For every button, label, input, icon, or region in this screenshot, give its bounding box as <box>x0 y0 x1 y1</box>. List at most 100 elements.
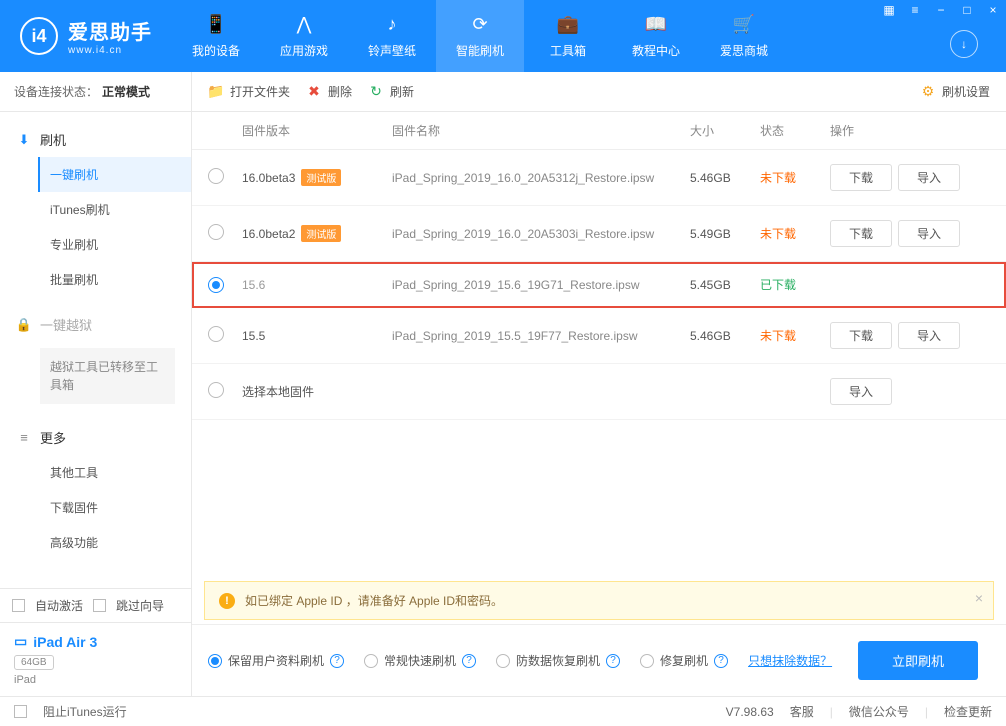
cell-version: 15.6 <box>242 278 392 292</box>
flash-options: 保留用户资料刷机? 常规快速刷机? 防数据恢复刷机? 修复刷机? 只想抹除数据？ 立即刷机 <box>192 624 1006 696</box>
cell-name: iPad_Spring_2019_16.0_20A5303i_Restore.i… <box>392 227 690 241</box>
menu-more[interactable]: ≡ 更多 <box>0 420 191 455</box>
refresh-icon: ⟳ <box>469 14 491 36</box>
maximize-button[interactable]: □ <box>954 0 980 20</box>
flash-now-button[interactable]: 立即刷机 <box>858 641 978 680</box>
firmware-row[interactable]: 16.0beta2测试版 iPad_Spring_2019_16.0_20A53… <box>192 206 1006 262</box>
block-itunes-checkbox[interactable] <box>14 705 27 718</box>
nav-apps[interactable]: ⋀应用游戏 <box>260 0 348 72</box>
wechat-link[interactable]: 微信公众号 <box>849 703 909 720</box>
menu-icon[interactable]: ≡ <box>902 0 928 20</box>
sidebar-item-more-1[interactable]: 下载固件 <box>40 490 191 525</box>
row-radio[interactable] <box>208 382 224 398</box>
import-button[interactable]: 导入 <box>830 378 892 405</box>
flash-settings-button[interactable]: ⚙刷机设置 <box>920 83 990 100</box>
refresh-icon: ↻ <box>368 84 384 100</box>
check-update-link[interactable]: 检查更新 <box>944 703 992 720</box>
menu-flash[interactable]: ⬇ 刷机 <box>0 122 191 157</box>
menu-flash-label: 刷机 <box>40 130 66 149</box>
cell-size: 5.49GB <box>690 227 760 241</box>
sidebar-item-flash-1[interactable]: iTunes刷机 <box>40 192 191 227</box>
notice-text: 如已绑定 Apple ID ，请准备好 Apple ID和密码。 <box>245 592 503 609</box>
help-icon[interactable]: ? <box>462 654 476 668</box>
help-icon[interactable]: ? <box>714 654 728 668</box>
flash-option-3[interactable]: 修复刷机? <box>640 652 728 669</box>
cell-name: iPad_Spring_2019_15.5_19F77_Restore.ipsw <box>392 329 690 343</box>
beta-tag: 测试版 <box>301 225 341 242</box>
firmware-row[interactable]: 15.6 iPad_Spring_2019_15.6_19G71_Restore… <box>192 262 1006 308</box>
row-radio[interactable] <box>208 168 224 184</box>
download-button[interactable]: 下载 <box>830 322 892 349</box>
nav-phone[interactable]: 📱我的设备 <box>172 0 260 72</box>
firmware-row[interactable]: 16.0beta3测试版 iPad_Spring_2019_16.0_20A53… <box>192 150 1006 206</box>
app-url: www.i4.cn <box>68 45 152 56</box>
nav-book[interactable]: 📖教程中心 <box>612 0 700 72</box>
flash-option-1[interactable]: 常规快速刷机? <box>364 652 476 669</box>
main-content: 📁打开文件夹 ✖删除 ↻刷新 ⚙刷机设置 固件版本 固件名称 大小 状态 操作 … <box>192 72 1006 696</box>
cell-status: 未下载 <box>760 169 830 186</box>
beta-tag: 测试版 <box>301 169 341 186</box>
delete-button[interactable]: ✖删除 <box>306 83 352 100</box>
nav-music[interactable]: ♪铃声壁纸 <box>348 0 436 72</box>
gear-icon: ⚙ <box>920 84 936 100</box>
row-radio[interactable] <box>208 326 224 342</box>
logo-icon: i4 <box>20 17 58 55</box>
sidebar-item-flash-0[interactable]: 一键刷机 <box>38 157 191 192</box>
sidebar-item-flash-3[interactable]: 批量刷机 <box>40 262 191 297</box>
close-button[interactable]: × <box>980 0 1006 20</box>
cell-size: 5.46GB <box>690 171 760 185</box>
nav-cart[interactable]: 🛒爱思商城 <box>700 0 788 72</box>
option-radio[interactable] <box>496 654 510 668</box>
grid-icon[interactable]: ▦ <box>876 0 902 20</box>
sidebar-item-more-2[interactable]: 高级功能 <box>40 525 191 560</box>
skip-guide-checkbox[interactable] <box>93 599 106 612</box>
toolbar: 📁打开文件夹 ✖删除 ↻刷新 ⚙刷机设置 <box>192 72 1006 112</box>
import-button[interactable]: 导入 <box>898 322 960 349</box>
download-button[interactable]: 下载 <box>830 220 892 247</box>
jailbreak-note: 越狱工具已转移至工具箱 <box>40 348 175 404</box>
device-info[interactable]: ▭ iPad Air 3 64GB iPad <box>0 622 191 696</box>
refresh-button[interactable]: ↻刷新 <box>368 83 414 100</box>
import-button[interactable]: 导入 <box>898 164 960 191</box>
nav-toolbox[interactable]: 💼工具箱 <box>524 0 612 72</box>
open-folder-button[interactable]: 📁打开文件夹 <box>208 83 290 100</box>
sidebar-item-more-0[interactable]: 其他工具 <box>40 455 191 490</box>
customer-service-link[interactable]: 客服 <box>790 703 814 720</box>
window-controls: ▦ ≡ − □ × <box>876 0 1006 20</box>
device-storage: 64GB <box>14 655 54 670</box>
row-radio[interactable] <box>208 224 224 240</box>
download-indicator-icon[interactable]: ↓ <box>950 30 978 58</box>
option-radio[interactable] <box>208 654 222 668</box>
menu-more-label: 更多 <box>40 428 66 447</box>
warning-icon: ! <box>219 593 235 609</box>
firmware-row[interactable]: 15.5 iPad_Spring_2019_15.5_19F77_Restore… <box>192 308 1006 364</box>
cell-version: 选择本地固件 <box>242 383 392 400</box>
menu-jailbreak-label: 一键越狱 <box>40 315 92 334</box>
help-icon[interactable]: ? <box>330 654 344 668</box>
flash-option-0[interactable]: 保留用户资料刷机? <box>208 652 344 669</box>
sidebar-item-flash-2[interactable]: 专业刷机 <box>40 227 191 262</box>
device-type: iPad <box>14 674 177 686</box>
nav-label: 智能刷机 <box>456 42 504 59</box>
row-radio[interactable] <box>208 277 224 293</box>
status-value: 正常模式 <box>102 83 150 100</box>
nav-refresh[interactable]: ⟳ 智能刷机 <box>436 0 524 72</box>
help-icon[interactable]: ? <box>606 654 620 668</box>
nav-label: 教程中心 <box>632 42 680 59</box>
option-radio[interactable] <box>364 654 378 668</box>
cell-size: 5.46GB <box>690 329 760 343</box>
nav-label: 工具箱 <box>550 42 586 59</box>
option-radio[interactable] <box>640 654 654 668</box>
import-button[interactable]: 导入 <box>898 220 960 247</box>
flash-icon: ⬇ <box>16 132 32 148</box>
erase-data-link[interactable]: 只想抹除数据？ <box>748 652 832 669</box>
auto-activate-checkbox[interactable] <box>12 599 25 612</box>
device-status: 设备连接状态： 正常模式 <box>0 72 191 112</box>
firmware-row[interactable]: 选择本地固件 导入 <box>192 364 1006 420</box>
sidebar: 设备连接状态： 正常模式 ⬇ 刷机 一键刷机iTunes刷机专业刷机批量刷机 🔒… <box>0 72 192 696</box>
download-button[interactable]: 下载 <box>830 164 892 191</box>
table-header: 固件版本 固件名称 大小 状态 操作 <box>192 112 1006 150</box>
flash-option-2[interactable]: 防数据恢复刷机? <box>496 652 620 669</box>
notice-close-button[interactable]: × <box>975 590 983 606</box>
minimize-button[interactable]: − <box>928 0 954 20</box>
